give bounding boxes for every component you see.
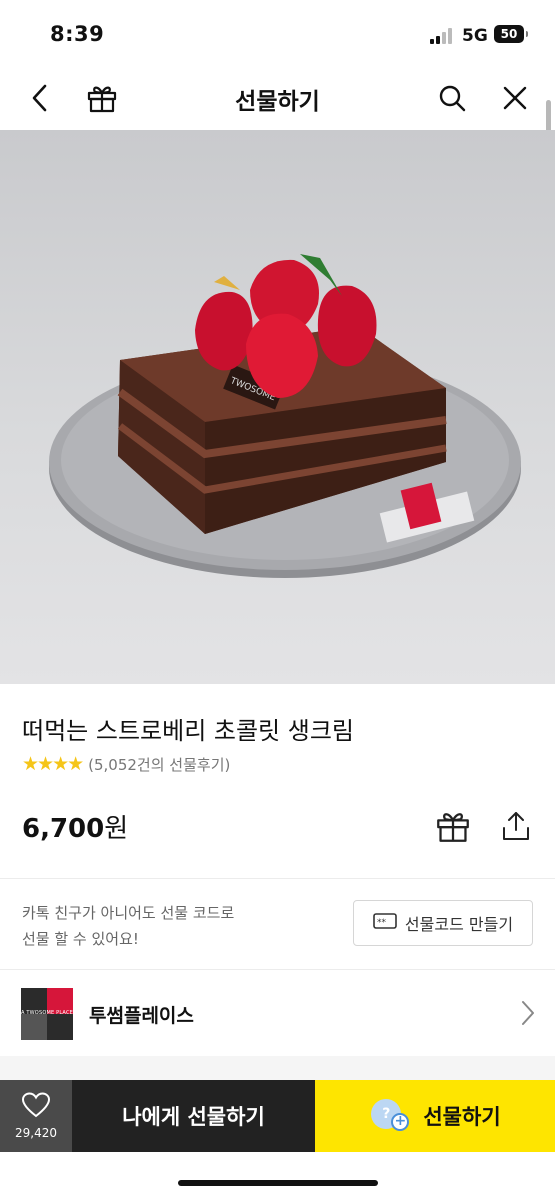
gift-code-note: 카톡 친구가 아니어도 선물 코드로 선물 할 수 있어요! (22, 900, 234, 952)
star-rating: ★★★★ (22, 753, 84, 775)
brand-logo: A TWOSOME PLACE (21, 988, 73, 1040)
divider (0, 878, 555, 879)
ticket-icon: ** (373, 912, 397, 934)
status-bar: 8:39 5G 50 (0, 0, 555, 66)
rating-row[interactable]: ★★★★ (5,052건의 선물후기) (22, 753, 230, 775)
search-icon[interactable] (434, 80, 470, 116)
share-icon[interactable] (496, 806, 536, 846)
section-gap (0, 1056, 555, 1080)
product-price: 6,700원 (22, 808, 128, 845)
wish-count: 29,420 (15, 1126, 57, 1140)
heart-icon (21, 1092, 51, 1122)
brand-row[interactable]: A TWOSOME PLACE 투썸플레이스 (0, 970, 555, 1056)
self-gift-button[interactable]: 나에게 선물하기 (72, 1080, 315, 1152)
gift-button[interactable]: ? + 선물하기 (315, 1080, 555, 1152)
page-title: 선물하기 (235, 89, 320, 115)
gift-code-note-line2: 선물 할 수 있어요! (22, 930, 139, 948)
add-friend-icon: ? + (369, 1097, 413, 1135)
svg-text:**: ** (377, 918, 387, 928)
gift-icon[interactable] (433, 806, 473, 846)
close-icon[interactable] (497, 80, 533, 116)
review-count[interactable]: (5,052건의 선물후기) (88, 754, 230, 775)
product-image: TWOSOME (0, 130, 555, 684)
status-time: 8:39 (50, 22, 105, 46)
wish-button[interactable]: 29,420 (0, 1080, 72, 1152)
chevron-right-icon (521, 1000, 535, 1030)
gift-button-label: 선물하기 (423, 1105, 501, 1129)
gift-code-button-label: 선물코드 만들기 (404, 915, 514, 934)
product-name: 떠먹는 스트로베리 초콜릿 생크림 (22, 717, 355, 745)
nav-header: 선물하기 (0, 66, 555, 130)
bottom-action-bar: 29,420 나에게 선물하기 ? + 선물하기 (0, 1080, 555, 1152)
price-number: 6,700 (22, 814, 105, 844)
brand-name: 투썸플레이스 (89, 1005, 194, 1027)
brand-logo-text: A TWOSOME PLACE (21, 1010, 73, 1016)
price-unit: 원 (104, 814, 129, 844)
cake-illustration: TWOSOME (49, 254, 521, 578)
network-label: 5G (462, 26, 488, 46)
battery-icon: 50 (494, 25, 528, 43)
gift-code-button[interactable]: ** 선물코드 만들기 (353, 900, 533, 946)
signal-icon (430, 28, 456, 44)
gift-code-note-line1: 카톡 친구가 아니어도 선물 코드로 (22, 904, 235, 922)
home-indicator[interactable] (178, 1180, 378, 1186)
